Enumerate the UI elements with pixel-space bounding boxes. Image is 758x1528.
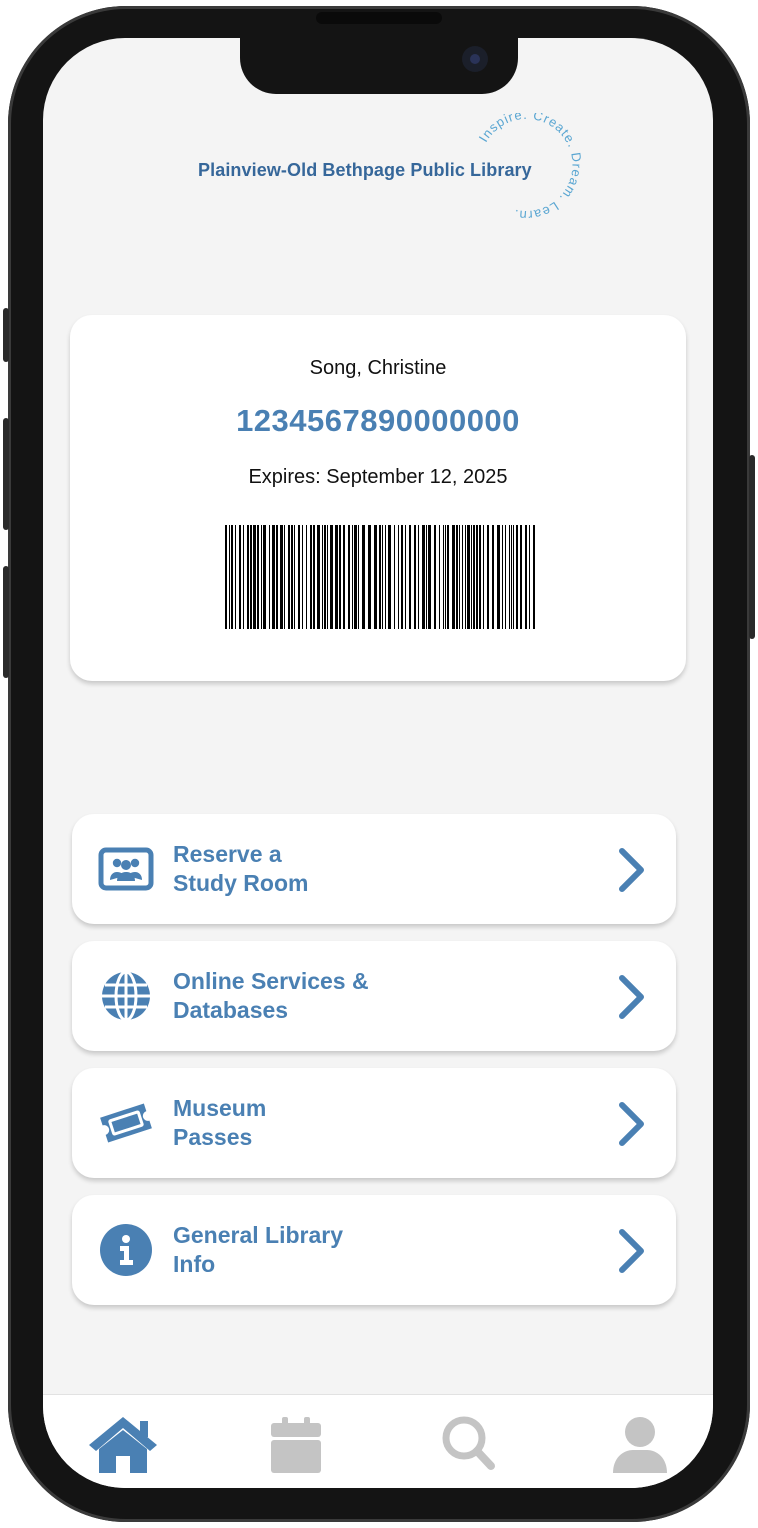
reserve-study-room-button[interactable]: Reserve a Study Room [72,814,676,924]
app-screen: Plainview-Old Bethpage Public Library In… [43,38,713,1488]
library-logo-tagline: Inspire. Create. Dream. Learn. [476,113,585,223]
user-icon [613,1417,667,1473]
chevron-right-icon [619,1229,644,1273]
home-icon [89,1417,157,1473]
chevron-right-icon [619,848,644,892]
general-library-info-button[interactable]: General Library Info [72,1195,676,1305]
expiration-date: Expires: September 12, 2025 [248,466,508,488]
card-number: 1234567890000000 [236,403,520,438]
phone-side-button [3,418,9,530]
notch [240,38,518,94]
phone-power-button [749,455,755,639]
calendar-icon [271,1417,321,1473]
tab-search[interactable] [431,1413,505,1475]
menu-label: Museum Passes [173,1095,267,1150]
library-card: Song, Christine 1234567890000000 Expires… [70,315,686,681]
globe-icon [102,970,150,1022]
tab-profile[interactable] [603,1413,677,1475]
tab-calendar[interactable] [259,1413,333,1475]
tab-home[interactable] [86,1413,160,1475]
museum-passes-button[interactable]: Museum Passes [72,1068,676,1178]
camera [462,46,488,72]
barcode [225,525,535,629]
menu-label: General Library Info [173,1222,344,1277]
phone-side-button [3,308,9,362]
online-services-button[interactable]: Online Services & Databases [72,941,676,1051]
info-icon [100,1224,152,1276]
patron-name: Song, Christine [309,357,447,379]
phone-side-button [3,566,9,678]
svg-text:Inspire. Create. Dream. Learn.: Inspire. Create. Dream. Learn. [476,113,585,223]
chevron-right-icon [619,1102,644,1146]
chevron-right-icon [619,975,644,1019]
tagline-text: Inspire. Create. Dream. Learn. [476,113,584,223]
phone-speaker [316,12,442,24]
bottom-tab-bar [43,1394,713,1488]
study-room-icon [98,847,154,891]
menu-label: Reserve a Study Room [173,841,309,896]
ticket-icon [100,1103,152,1143]
search-icon [442,1416,495,1470]
menu-label: Online Services & Databases [173,968,369,1023]
